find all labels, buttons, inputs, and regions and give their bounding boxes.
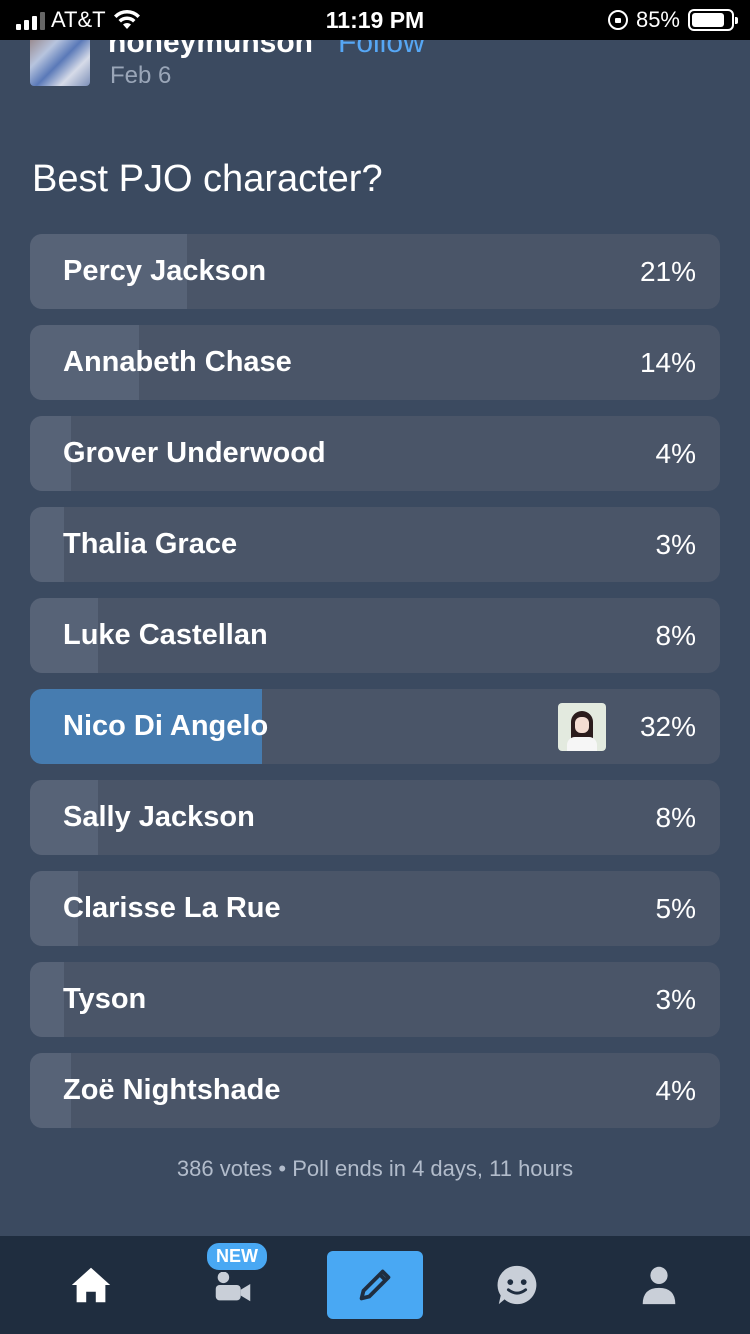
new-badge: NEW — [205, 1241, 269, 1272]
poll-option-percent: 3% — [655, 529, 696, 560]
poll-options: Percy Jackson 21% Annabeth Chase 14% Grover … — [30, 234, 720, 1144]
poll-option-label: Zoë Nightshade — [63, 1074, 281, 1106]
home-icon — [71, 1267, 111, 1303]
poll-option[interactable]: Thalia Grace 3% — [30, 507, 720, 582]
status-time: 11:19 PM — [325, 6, 425, 33]
post-header: honeymunson Follow Feb 6 — [30, 40, 730, 90]
poll-option[interactable]: Zoë Nightshade 4% — [30, 1053, 720, 1128]
poll-option[interactable]: Grover Underwood 4% — [30, 416, 720, 491]
poll-option-percent: 8% — [655, 620, 696, 651]
poll-option-bar — [30, 962, 65, 1037]
status-right: 85% — [474, 7, 738, 33]
status-left: AT&T — [16, 7, 276, 33]
battery-percent: 85% — [635, 7, 680, 32]
poll-option[interactable]: Tyson 3% — [30, 962, 720, 1037]
rotation-lock-icon — [607, 10, 628, 30]
poll-option[interactable]: Luke Castellan 8% — [30, 598, 720, 673]
poll-option-percent: 21% — [639, 256, 696, 287]
tab-video-chat[interactable]: NEW — [185, 1241, 281, 1319]
profile-icon — [642, 1266, 676, 1305]
tab-chat[interactable] — [469, 1251, 565, 1319]
poll-footer: 386 votes • Poll ends in 4 days, 11 hour… — [176, 1156, 574, 1181]
poll-question: Best PJO character? — [32, 158, 383, 200]
poll-option[interactable]: Percy Jackson 21% — [30, 234, 720, 309]
poll-option-label: Tyson — [63, 983, 147, 1015]
carrier-label: AT&T — [51, 7, 106, 32]
poll-option-percent: 5% — [655, 893, 696, 924]
poll-option-label: Grover Underwood — [63, 437, 326, 469]
post-date: Feb 6 — [110, 62, 172, 89]
poll-option-label: Clarisse La Rue — [63, 892, 281, 924]
tab-profile[interactable] — [611, 1251, 707, 1319]
tab-bar: NEW — [0, 1236, 750, 1334]
poll-option-label: Nico Di Angelo — [63, 710, 269, 742]
tab-compose[interactable] — [327, 1251, 423, 1319]
poll-option-percent: 32% — [639, 711, 696, 742]
poll-option-label: Annabeth Chase — [63, 346, 292, 378]
wifi-icon — [113, 9, 140, 29]
signal-icon — [16, 10, 45, 30]
poll-option-label: Thalia Grace — [63, 528, 238, 560]
follow-button[interactable]: Follow — [338, 40, 425, 60]
status-bar: AT&T 11:19 PM 85% — [0, 0, 750, 40]
poll-option-percent: 4% — [655, 1075, 696, 1106]
poll-option-percent: 4% — [655, 438, 696, 469]
poll-option-label: Percy Jackson — [63, 255, 267, 287]
voter-avatar — [558, 703, 606, 751]
poll-option-percent: 14% — [639, 347, 696, 378]
poll-option-label: Luke Castellan — [63, 619, 268, 651]
poll-option-label: Sally Jackson — [63, 801, 255, 833]
username[interactable]: honeymunson — [108, 40, 313, 60]
poll-option[interactable]: Sally Jackson 8% — [30, 780, 720, 855]
pencil-icon — [359, 1269, 391, 1301]
poll-option[interactable]: Annabeth Chase 14% — [30, 325, 720, 400]
avatar[interactable] — [30, 40, 90, 86]
battery-icon — [688, 9, 738, 31]
chat-icon — [497, 1265, 537, 1305]
poll-option-percent: 8% — [655, 802, 696, 833]
poll-option[interactable]: Clarisse La Rue 5% — [30, 871, 720, 946]
poll-option-bar — [30, 507, 65, 582]
poll-option-percent: 3% — [655, 984, 696, 1015]
tab-home[interactable] — [43, 1251, 139, 1319]
poll-option[interactable]: Nico Di Angelo 32% — [30, 689, 720, 764]
